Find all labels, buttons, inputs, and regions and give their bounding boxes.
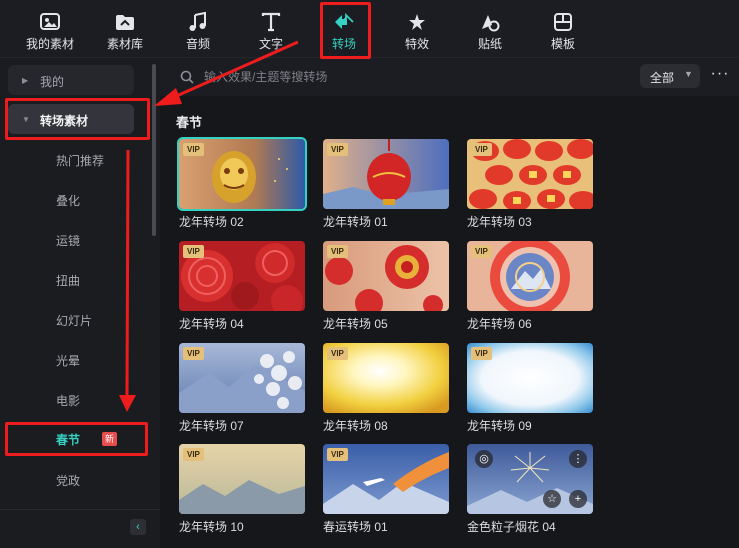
search-icon xyxy=(180,70,194,84)
expand-triangle-icon: ▶ xyxy=(22,76,29,85)
search-input[interactable] xyxy=(204,67,604,87)
text-icon xyxy=(260,11,282,33)
sidebar-item-dissolve[interactable]: 叠化 xyxy=(56,192,80,209)
search-bar: 全部 ▼ ··· xyxy=(160,58,739,96)
sidebar-item-slideshow[interactable]: 幻灯片 xyxy=(56,312,92,329)
highlight-box-transition-tab xyxy=(320,2,371,59)
card-title: 龙年转场 05 xyxy=(323,317,388,331)
vip-badge: VIP xyxy=(471,245,492,258)
tab-label: 模板 xyxy=(550,37,575,51)
vip-badge: VIP xyxy=(471,143,492,156)
sidebar-scrollbar[interactable] xyxy=(152,64,156,236)
card-title: 春运转场 01 xyxy=(323,520,388,534)
tab-effects[interactable]: 特效 xyxy=(385,0,449,58)
card-title: 龙年转场 02 xyxy=(179,215,244,229)
favorite-star-icon[interactable]: ☆ xyxy=(543,490,561,508)
card-title: 龙年转场 07 xyxy=(179,419,244,433)
highlight-box-transition-materials xyxy=(5,98,150,140)
card-title: 龙年转场 03 xyxy=(467,215,532,229)
vip-badge: VIP xyxy=(327,448,348,461)
sidebar-item-popular[interactable]: 热门推荐 xyxy=(56,152,104,169)
filter-dropdown[interactable]: 全部 ▼ xyxy=(640,64,700,88)
my-assets-icon xyxy=(39,11,61,33)
tab-my-assets[interactable]: 我的素材 xyxy=(18,0,82,58)
tab-label: 文字 xyxy=(258,37,283,51)
tab-template[interactable]: 模板 xyxy=(531,0,595,58)
sidebar-item-party[interactable]: 党政 xyxy=(56,472,80,489)
tab-label: 特效 xyxy=(404,37,429,51)
vip-badge: VIP xyxy=(327,245,348,258)
card-title: 龙年转场 04 xyxy=(179,317,244,331)
sidebar-item-camera-move[interactable]: 运镜 xyxy=(56,232,80,249)
sidebar-item-film[interactable]: 电影 xyxy=(56,392,80,409)
sidebar-item-light-leak[interactable]: 光晕 xyxy=(56,352,80,369)
vip-badge: VIP xyxy=(183,448,204,461)
tab-label: 我的素材 xyxy=(25,37,74,51)
vip-badge: VIP xyxy=(183,347,204,360)
tab-text[interactable]: 文字 xyxy=(239,0,303,58)
vip-badge: VIP xyxy=(327,347,348,360)
highlight-box-spring-festival xyxy=(5,422,148,456)
vip-badge: VIP xyxy=(471,347,492,360)
library-icon xyxy=(114,11,136,33)
template-icon xyxy=(552,11,574,33)
tab-audio[interactable]: 音频 xyxy=(166,0,230,58)
tab-label: 音频 xyxy=(185,37,210,51)
collapse-sidebar-button[interactable]: ‹ xyxy=(130,519,146,535)
sticker-icon xyxy=(479,11,501,33)
more-vertical-icon[interactable]: ⋮ xyxy=(569,450,587,468)
preview-icon[interactable]: ◎ xyxy=(475,450,493,468)
chevron-down-icon: ▼ xyxy=(684,69,693,79)
more-options-button[interactable]: ··· xyxy=(710,66,730,86)
card-title: 龙年转场 01 xyxy=(323,215,388,229)
tab-sticker[interactable]: 贴纸 xyxy=(458,0,522,58)
section-title: 春节 xyxy=(176,115,203,130)
card-title: 龙年转场 06 xyxy=(467,317,532,331)
sidebar-group-label: 我的 xyxy=(40,75,65,89)
sidebar-divider xyxy=(0,509,160,510)
vip-badge: VIP xyxy=(183,245,204,258)
music-note-icon xyxy=(187,11,209,33)
vip-badge: VIP xyxy=(183,143,204,156)
sidebar-group-mine[interactable]: ▶ 我的 xyxy=(8,65,134,95)
sidebar-item-distort[interactable]: 扭曲 xyxy=(56,272,80,289)
card-title: 龙年转场 09 xyxy=(467,419,532,433)
tab-label: 素材库 xyxy=(106,37,143,51)
card-title: 金色粒子烟花 04 xyxy=(467,520,556,534)
effects-icon xyxy=(406,11,428,33)
card-title: 龙年转场 10 xyxy=(179,520,244,534)
tab-label: 贴纸 xyxy=(477,37,502,51)
tab-library[interactable]: 素材库 xyxy=(93,0,157,58)
add-icon[interactable]: + xyxy=(569,490,587,508)
filter-value: 全部 xyxy=(650,71,675,85)
vip-badge: VIP xyxy=(327,143,348,156)
card-title: 龙年转场 08 xyxy=(323,419,388,433)
